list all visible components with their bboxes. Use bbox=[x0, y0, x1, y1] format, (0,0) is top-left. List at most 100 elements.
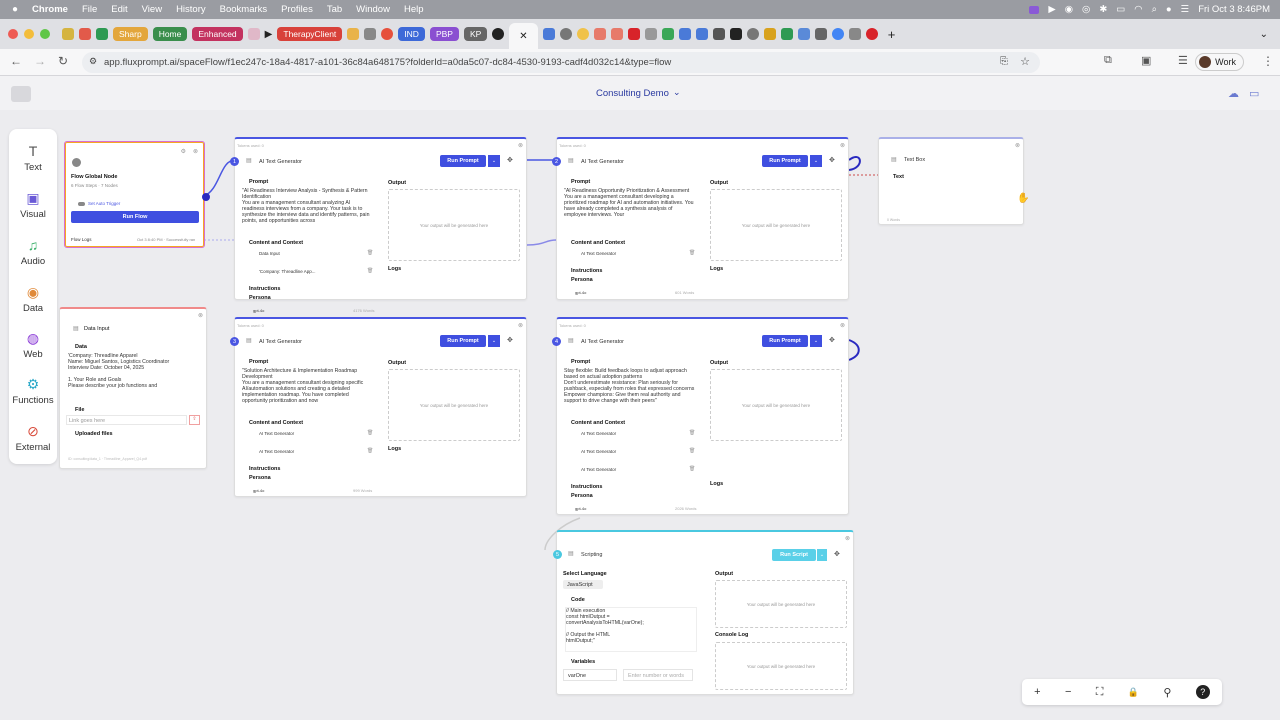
dropdown-icon[interactable]: ⌄ bbox=[488, 155, 500, 167]
ai-text-generator-node[interactable]: Tokens used: 0 ⊗ 3 ▤ AI Text Generator R… bbox=[230, 317, 527, 497]
delete-icon[interactable]: 🗑 bbox=[367, 448, 373, 454]
ai-text-generator-node[interactable]: Tokens used: 0 ⊗ 2 ▤ AI Text Generator R… bbox=[552, 137, 849, 300]
output-handle[interactable] bbox=[202, 193, 210, 201]
ai-text-generator-node[interactable]: Tokens used: 0 ⊗ 4 ▤ AI Text Generator R… bbox=[552, 317, 849, 515]
delete-icon[interactable]: 🗑 bbox=[689, 466, 695, 472]
model-select[interactable]: gpt-4o bbox=[253, 488, 264, 493]
zoom-out-button[interactable]: − bbox=[1065, 686, 1071, 698]
drag-handle-icon[interactable]: ✥ bbox=[829, 336, 835, 344]
link-icon[interactable]: ⚲ bbox=[1163, 686, 1171, 699]
delete-icon[interactable]: 🗑 bbox=[367, 268, 373, 274]
run-prompt-button[interactable]: Run Prompt bbox=[440, 155, 486, 167]
prompt-label: Prompt bbox=[571, 359, 591, 365]
prompt-textarea[interactable]: "AI Readiness Opportunity Prioritization… bbox=[564, 188, 696, 231]
run-prompt-button[interactable]: Run Prompt bbox=[762, 155, 808, 167]
dropdown-icon[interactable]: ⌄ bbox=[810, 335, 822, 347]
close-icon[interactable]: ⊗ bbox=[840, 322, 845, 329]
run-prompt-button[interactable]: Run Prompt bbox=[762, 335, 808, 347]
tokens-used: Tokens used: 0 bbox=[237, 323, 264, 328]
step-number: 3 bbox=[230, 337, 239, 346]
console-log-label: Console Log bbox=[715, 632, 749, 638]
output-area: Your output will be generated here bbox=[710, 189, 842, 261]
dropdown-icon[interactable]: ⌄ bbox=[488, 335, 500, 347]
help-button[interactable]: ? bbox=[1195, 685, 1210, 699]
ai-text-generator-node[interactable]: Tokens used: 0 ⊗ 1 ▤ AI Text Generator R… bbox=[230, 137, 527, 313]
instructions-label[interactable]: Instructions bbox=[571, 484, 602, 490]
node-title: Text Box bbox=[904, 157, 926, 163]
run-flow-button[interactable]: Run Flow bbox=[71, 211, 199, 223]
context-item[interactable]: AI Text Generator bbox=[581, 449, 616, 454]
persona-label[interactable]: Persona bbox=[249, 475, 271, 481]
file-link-input[interactable]: Link goes here bbox=[66, 415, 187, 425]
persona-label[interactable]: Persona bbox=[571, 493, 593, 499]
step-number: 4 bbox=[552, 337, 561, 346]
data-input-node[interactable]: ▤ Data Input ⊗ Data 'Company: Threadline… bbox=[59, 307, 207, 469]
word-count: 2026 Words bbox=[675, 506, 697, 511]
text-box-icon: ▤ bbox=[891, 157, 897, 163]
flow-logs-link[interactable]: Flow Logs bbox=[71, 237, 92, 242]
delete-icon[interactable]: 🗑 bbox=[367, 250, 373, 256]
close-icon[interactable]: ⊗ bbox=[198, 312, 203, 319]
content-context-label[interactable]: Content and Context bbox=[249, 420, 303, 426]
persona-label[interactable]: Persona bbox=[249, 295, 271, 301]
data-icon: ▤ bbox=[73, 326, 79, 332]
variable-value-input[interactable]: Enter number or words bbox=[623, 669, 693, 681]
close-icon[interactable]: ⊗ bbox=[518, 322, 523, 329]
text-box-node[interactable]: ▤ Text Box ⊗ Text 0 Words ✋ bbox=[878, 137, 1029, 225]
auto-trigger-label[interactable]: Set Auto Trigger bbox=[88, 201, 120, 206]
data-textarea[interactable]: 'Company: Threadline Apparel Name: Migue… bbox=[68, 353, 198, 398]
run-prompt-button[interactable]: Run Prompt bbox=[440, 335, 486, 347]
trigger-toggle[interactable] bbox=[78, 202, 85, 206]
flow-global-node[interactable]: ⚙ ⊗ Flow Global Node 6 Flow Steps · 7 No… bbox=[64, 141, 210, 248]
close-icon[interactable]: ⊗ bbox=[1015, 142, 1020, 149]
context-item[interactable]: AI Text Generator bbox=[259, 431, 294, 436]
prompt-textarea[interactable]: Stay flexible: Build feedback loops to a… bbox=[564, 368, 696, 411]
output-placeholder: Your output will be generated here bbox=[741, 222, 811, 228]
delete-icon[interactable]: 🗑 bbox=[689, 250, 695, 256]
instructions-label[interactable]: Instructions bbox=[571, 268, 602, 274]
context-item[interactable]: AI Text Generator bbox=[581, 467, 616, 472]
content-context-label[interactable]: Content and Context bbox=[571, 420, 625, 426]
drag-handle-icon[interactable]: ✥ bbox=[834, 550, 840, 558]
delete-icon[interactable]: 🗑 bbox=[367, 430, 373, 436]
code-editor[interactable]: // Main execution const htmlOutput = con… bbox=[565, 607, 697, 652]
model-select[interactable]: gpt-4o bbox=[575, 290, 586, 295]
persona-label[interactable]: Persona bbox=[571, 277, 593, 283]
scripting-node[interactable]: 5 ▤ Scripting Run Script ⌄ ✥ ⊗ Select La… bbox=[553, 530, 854, 695]
dropdown-icon[interactable]: ⌄ bbox=[817, 549, 827, 561]
language-select[interactable]: JavaScript bbox=[563, 580, 603, 589]
fit-view-icon[interactable]: ⛶ bbox=[1096, 686, 1104, 699]
model-select[interactable]: gpt-4o bbox=[253, 308, 264, 313]
drag-handle-icon[interactable]: ✥ bbox=[507, 156, 513, 164]
dropdown-icon[interactable]: ⌄ bbox=[810, 155, 822, 167]
delete-icon[interactable]: 🗑 bbox=[689, 448, 695, 454]
close-icon[interactable]: ⊗ bbox=[845, 535, 850, 542]
node-title: AI Text Generator bbox=[259, 159, 303, 165]
close-icon[interactable]: ⊗ bbox=[518, 142, 523, 149]
variable-name-input[interactable]: varOne bbox=[563, 669, 617, 681]
context-item[interactable]: Data Input bbox=[259, 251, 280, 256]
zoom-in-button[interactable]: + bbox=[1034, 686, 1040, 698]
close-icon[interactable]: ⊗ bbox=[840, 142, 845, 149]
context-item[interactable]: AI Text Generator bbox=[581, 431, 616, 436]
delete-icon[interactable]: 🗑 bbox=[689, 430, 695, 436]
content-context-label[interactable]: Content and Context bbox=[249, 240, 303, 246]
context-item[interactable]: AI Text Generator bbox=[259, 449, 294, 454]
run-script-button[interactable]: Run Script bbox=[772, 549, 816, 561]
output-area: Your output will be generated here bbox=[388, 189, 520, 261]
drag-handle-icon[interactable]: ✥ bbox=[829, 156, 835, 164]
prompt-textarea[interactable]: "AI Readiness Interview Analysis - Synth… bbox=[242, 188, 374, 231]
content-context-label[interactable]: Content and Context bbox=[571, 240, 625, 246]
drag-handle-icon[interactable]: ✥ bbox=[507, 336, 513, 344]
output-placeholder: Your output will be generated here bbox=[741, 402, 811, 408]
model-select[interactable]: gpt-4o bbox=[575, 506, 586, 511]
settings-icon[interactable]: ⚙ bbox=[181, 148, 186, 155]
lock-icon[interactable]: 🔒 bbox=[1128, 687, 1139, 698]
context-item[interactable]: 'Company: Threadline App... bbox=[259, 269, 316, 274]
prompt-textarea[interactable]: "Solution Architecture & Implementation … bbox=[242, 368, 374, 411]
instructions-label[interactable]: Instructions bbox=[249, 466, 280, 472]
close-icon[interactable]: ⊗ bbox=[193, 148, 198, 155]
context-item[interactable]: AI Text Generator bbox=[581, 251, 616, 256]
instructions-label[interactable]: Instructions bbox=[249, 286, 280, 292]
upload-button[interactable]: ⇧ bbox=[189, 415, 200, 425]
